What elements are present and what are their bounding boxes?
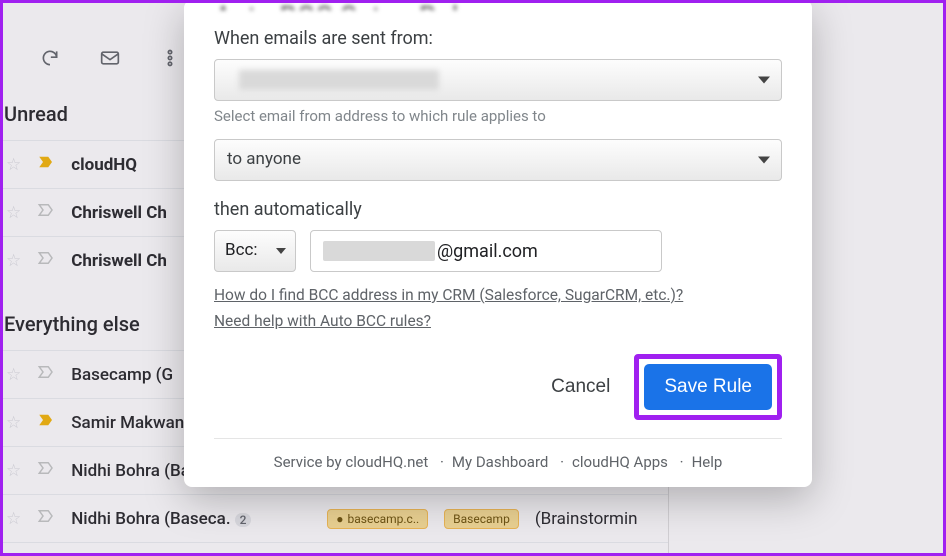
from-address-select[interactable] [214, 59, 782, 101]
when-label: When emails are sent from: [214, 28, 782, 49]
modal-footer: Service by cloudHQ.net ·My Dashboard ·cl… [214, 438, 782, 477]
crm-help-link[interactable]: How do I find BCC address in my CRM (Sal… [214, 286, 782, 304]
dashboard-link[interactable]: My Dashboard [452, 453, 548, 471]
from-helper: Select email from address to which rule … [214, 107, 782, 125]
redacted-text [323, 241, 435, 261]
modal-title: Auto BCC Setup Rules [214, 0, 782, 10]
brand-link[interactable]: cloudHQ.net [345, 453, 428, 471]
save-highlight: Save Rule [634, 354, 782, 420]
recipient-scope-select[interactable]: to anyone [214, 139, 782, 181]
help-link[interactable]: Help [692, 453, 723, 471]
save-rule-button[interactable]: Save Rule [644, 364, 772, 410]
auto-bcc-modal: Auto BCC Setup Rules When emails are sen… [184, 0, 812, 487]
apps-link[interactable]: cloudHQ Apps [572, 453, 668, 471]
bcc-email-input[interactable]: @gmail.com [310, 230, 662, 272]
rules-help-link[interactable]: Need help with Auto BCC rules? [214, 312, 782, 330]
bcc-type-select[interactable]: Bcc: [214, 230, 296, 272]
cancel-button[interactable]: Cancel [551, 376, 610, 398]
then-label: then automatically [214, 199, 782, 220]
